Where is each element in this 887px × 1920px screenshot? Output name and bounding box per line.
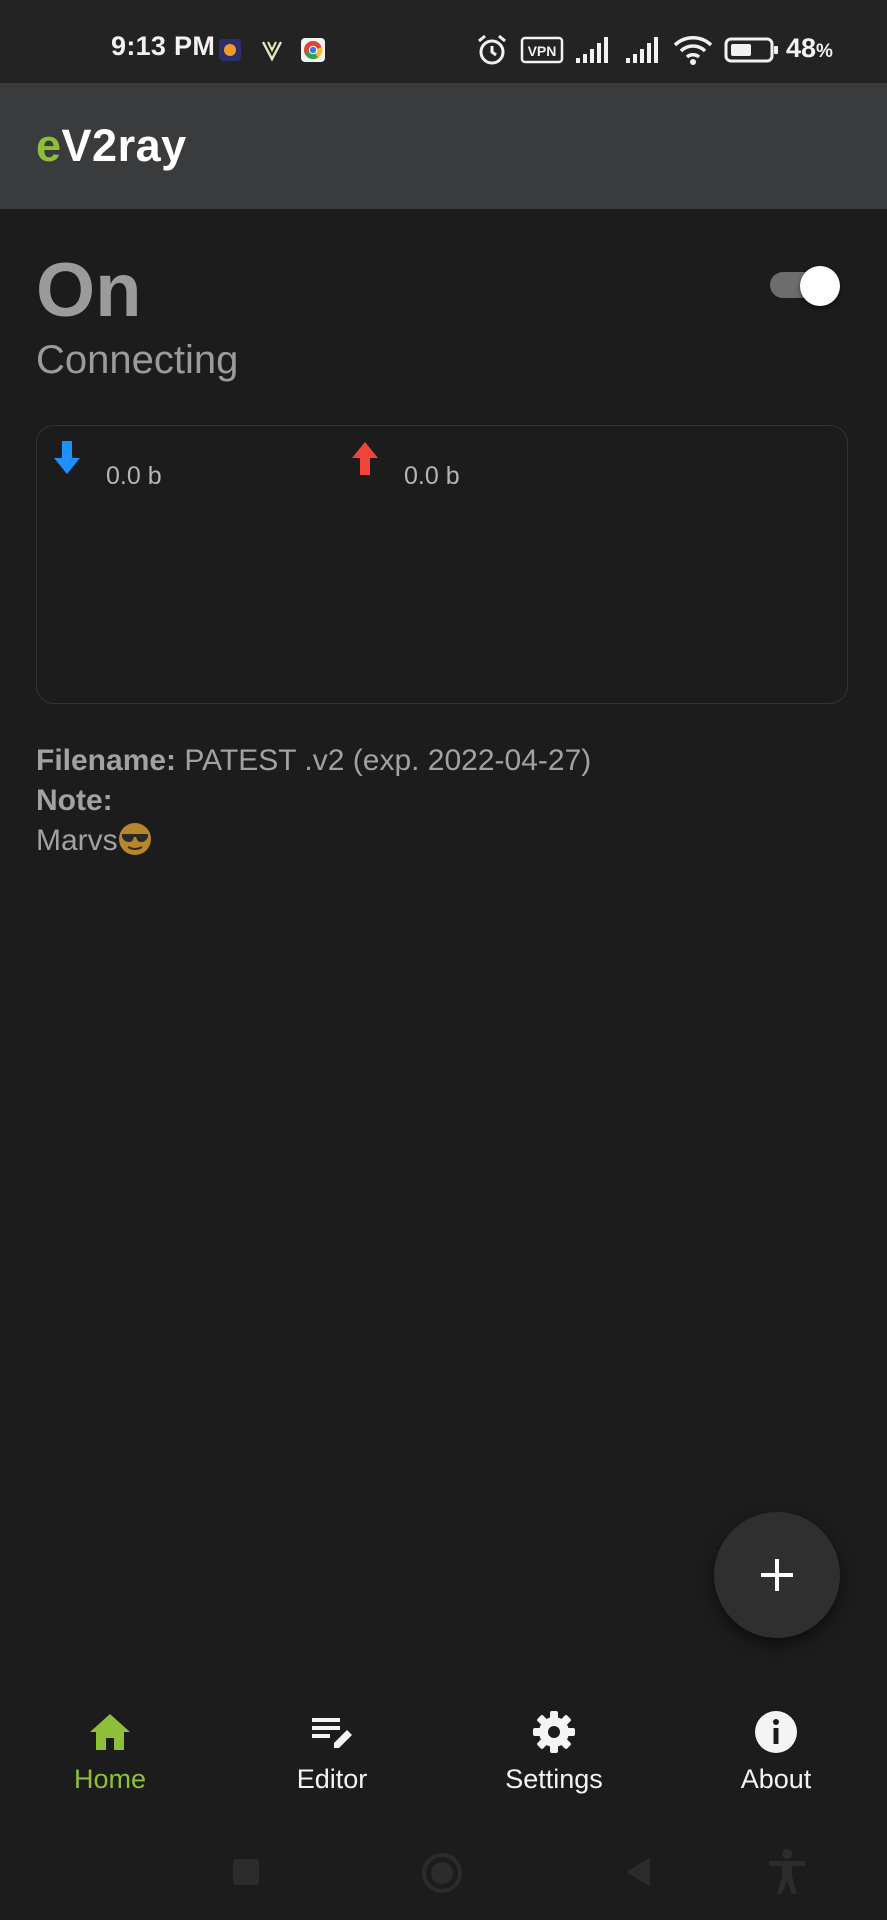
app-title-accent: e <box>36 120 62 171</box>
gear-icon <box>533 1711 575 1753</box>
signal-icon <box>576 37 608 63</box>
note-text: Marvs <box>36 821 591 861</box>
battery-icon <box>724 37 778 63</box>
status-bar: 9:13 PM VPN 48% <box>0 0 887 83</box>
note-row: Note: <box>36 781 591 821</box>
connection-detail: Connecting <box>36 338 239 382</box>
recents-button[interactable] <box>231 1857 261 1887</box>
battery-value: 48 <box>786 33 817 63</box>
config-info: Filename: PATEST .v2 (exp. 2022-04-27) N… <box>36 741 591 861</box>
battery-unit: % <box>816 41 833 62</box>
system-nav-bar <box>0 1830 887 1920</box>
nav-about-label: About <box>740 1764 812 1794</box>
filename-value: PATEST .v2 (exp. 2022-04-27) <box>184 744 592 777</box>
upload-arrow-icon <box>352 442 378 475</box>
upload-value: 0.0 b <box>404 462 460 490</box>
note-value: Marvs <box>36 824 118 857</box>
chrome-icon <box>301 38 325 62</box>
nav-settings-label: Settings <box>505 1764 603 1794</box>
app-bar: eV2ray <box>0 83 887 209</box>
note-label: Note: <box>36 784 113 817</box>
back-button[interactable] <box>622 1855 654 1889</box>
filename-label: Filename: <box>36 744 177 777</box>
nav-settings[interactable]: Settings <box>464 1690 644 1820</box>
nav-editor-label: Editor <box>296 1764 368 1794</box>
nav-about[interactable]: About <box>686 1690 866 1820</box>
status-time: 9:13 PM <box>111 31 216 61</box>
connection-state: On <box>36 248 142 333</box>
info-icon <box>755 1711 797 1753</box>
vpn-label: VPN <box>528 43 557 59</box>
sunglasses-emoji-icon <box>118 823 151 855</box>
download-arrow-icon <box>54 441 80 474</box>
wifi-icon <box>673 36 713 65</box>
nav-editor[interactable]: Editor <box>242 1690 422 1820</box>
notification-v-icon <box>261 41 283 62</box>
edit-note-icon <box>312 1718 352 1748</box>
bottom-nav: Home Editor Settings About <box>0 1690 887 1820</box>
plus-icon <box>761 1559 793 1591</box>
accessibility-button[interactable] <box>765 1848 809 1896</box>
filename-row: Filename: PATEST .v2 (exp. 2022-04-27) <box>36 741 591 781</box>
home-system-button[interactable] <box>421 1852 463 1894</box>
vpn-icon: VPN <box>520 36 564 64</box>
traffic-card: 0.0 b 0.0 b <box>36 425 848 704</box>
nav-home-label: Home <box>73 1764 147 1794</box>
download-value: 0.0 b <box>106 462 162 490</box>
add-config-button[interactable] <box>714 1512 840 1638</box>
toggle-thumb <box>800 266 840 306</box>
app-title: eV2ray <box>36 120 187 172</box>
battery-percent: 48% <box>786 33 833 64</box>
notification-app-icon <box>219 39 241 61</box>
connection-toggle[interactable] <box>770 266 840 306</box>
signal-icon <box>626 37 658 63</box>
home-icon <box>90 1714 130 1750</box>
nav-home[interactable]: Home <box>20 1690 200 1820</box>
app-title-rest: V2ray <box>61 120 187 171</box>
alarm-icon <box>478 34 506 65</box>
